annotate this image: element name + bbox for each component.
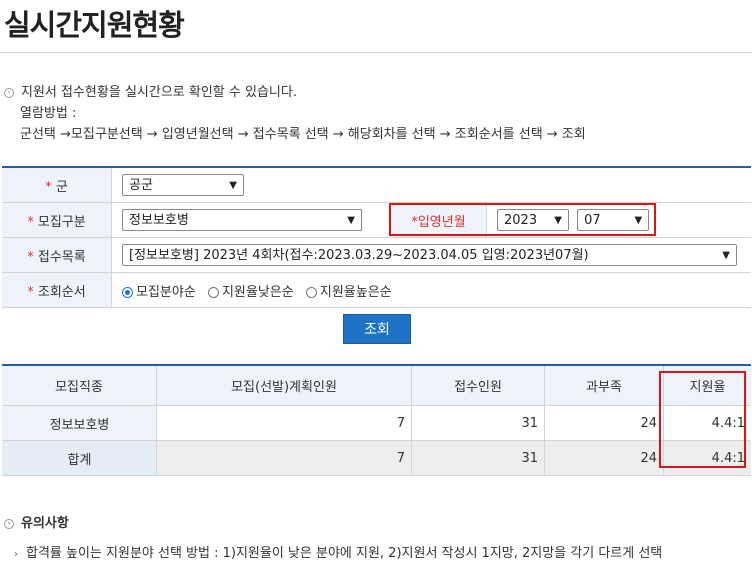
required-mark: * <box>27 249 34 265</box>
order-value-cell: 모집분야순 지원율낮은순 지원율높은순 <box>111 272 751 308</box>
branch-label: 군 <box>55 179 68 195</box>
recruit-select[interactable]: 정보보호병 ▼ <box>122 209 362 231</box>
header-applicants: 접수인원 <box>411 365 545 406</box>
cell-plan: 7 <box>156 405 412 441</box>
chevron-down-icon: ▼ <box>722 250 730 261</box>
total-applicants: 31 <box>411 440 545 476</box>
info-line-3: 군선택 →모집구분선택 → 입영년월선택 → 접수목록 선택 → 해당회차를 선… <box>20 127 586 142</box>
required-mark: * <box>27 284 34 300</box>
chevron-down-icon: ▼ <box>229 180 237 191</box>
title-divider <box>0 52 752 53</box>
circle-arrow-right-icon: › <box>4 87 14 98</box>
application-list-select[interactable]: [정보보호병] 2023년 4회차(접수:2023.03.29~2023.04.… <box>122 244 737 266</box>
circle-arrow-right-icon: › <box>4 518 14 529</box>
header-job: 모집직종 <box>2 365 157 406</box>
search-form: * 군 공군 ▼ * 모집구분 정보보호병 ▼ *입영년월 2023 ▼ 07 … <box>2 166 751 308</box>
info-line-1: 지원서 접수현황을 실시간으로 확인할 수 있습니다. <box>21 85 297 100</box>
branch-label-cell: * 군 <box>2 167 112 203</box>
list-label-cell: * 접수목록 <box>2 237 112 273</box>
total-diff: 24 <box>544 440 664 476</box>
radio-unchecked-icon <box>207 286 219 298</box>
chevron-down-icon: ▼ <box>347 215 355 226</box>
search-button[interactable]: 조회 <box>343 314 411 344</box>
cell-diff: 24 <box>544 405 664 441</box>
order-label-cell: * 조회순서 <box>2 272 112 308</box>
required-mark: * <box>45 179 52 195</box>
branch-select[interactable]: 공군 ▼ <box>122 174 244 196</box>
recruit-label-cell: * 모집구분 <box>2 202 112 238</box>
notice-item: › 합격률 높이는 지원분야 선택 방법 : 1)지원율이 낮은 분야에 지원, … <box>14 542 662 561</box>
application-list-value: [정보보호병] 2023년 4회차(접수:2023.03.29~2023.04.… <box>129 248 589 263</box>
order-radio-low[interactable]: 지원율낮은순 <box>207 281 294 300</box>
branch-value-cell: 공군 ▼ <box>111 167 751 203</box>
info-box: › 지원서 접수현황을 실시간으로 확인할 수 있습니다. 열람방법 : 군선택 … <box>4 82 586 145</box>
radio-checked-icon <box>122 286 133 298</box>
header-diff: 과부족 <box>544 365 664 406</box>
info-line-2: 열람방법 : <box>20 106 77 121</box>
order-label: 조회순서 <box>37 284 86 300</box>
table-header-row: 모집직종 모집(선발)계획인원 접수인원 과부족 지원율 <box>2 365 751 406</box>
notice-item-text: 합격률 높이는 지원분야 선택 방법 : 1)지원율이 낮은 분야에 지원, 2… <box>26 546 663 561</box>
required-mark: * <box>27 214 34 230</box>
cell-applicants: 31 <box>411 405 545 441</box>
order-radio-recruit[interactable]: 모집분야순 <box>122 281 196 300</box>
recruit-select-value: 정보보호병 <box>129 213 189 228</box>
branch-select-value: 공군 <box>129 178 153 193</box>
recruit-value-cell: 정보보호병 ▼ <box>111 202 391 238</box>
enlist-highlight-box <box>389 203 656 236</box>
list-value-cell: [정보보호병] 2023년 4회차(접수:2023.03.29~2023.04.… <box>111 237 751 273</box>
table-row: 정보보호병 7 31 24 4.4:1 <box>2 405 751 441</box>
order-radio-label: 모집분야순 <box>136 284 196 300</box>
notice-title-text: 유의사항 <box>21 516 69 531</box>
total-label: 합계 <box>2 440 157 476</box>
order-radio-label: 지원율낮은순 <box>221 284 294 300</box>
total-plan: 7 <box>156 440 412 476</box>
order-radio-high[interactable]: 지원율높은순 <box>305 281 392 300</box>
notice-title: › 유의사항 <box>4 512 69 531</box>
list-label: 접수목록 <box>37 249 86 265</box>
page-title: 실시간지원현황 <box>4 8 185 42</box>
cell-job: 정보보호병 <box>2 405 157 441</box>
total-row: 합계 7 31 24 4.4:1 <box>2 440 751 476</box>
header-plan: 모집(선발)계획인원 <box>156 365 412 406</box>
recruit-label: 모집구분 <box>37 214 86 230</box>
arrow-right-icon: › <box>14 549 18 560</box>
rate-highlight-box <box>659 371 746 468</box>
results-table: 모집직종 모집(선발)계획인원 접수인원 과부족 지원율 정보보호병 7 31 … <box>2 364 751 476</box>
radio-unchecked-icon <box>305 286 317 298</box>
order-radio-label: 지원율높은순 <box>319 284 392 300</box>
